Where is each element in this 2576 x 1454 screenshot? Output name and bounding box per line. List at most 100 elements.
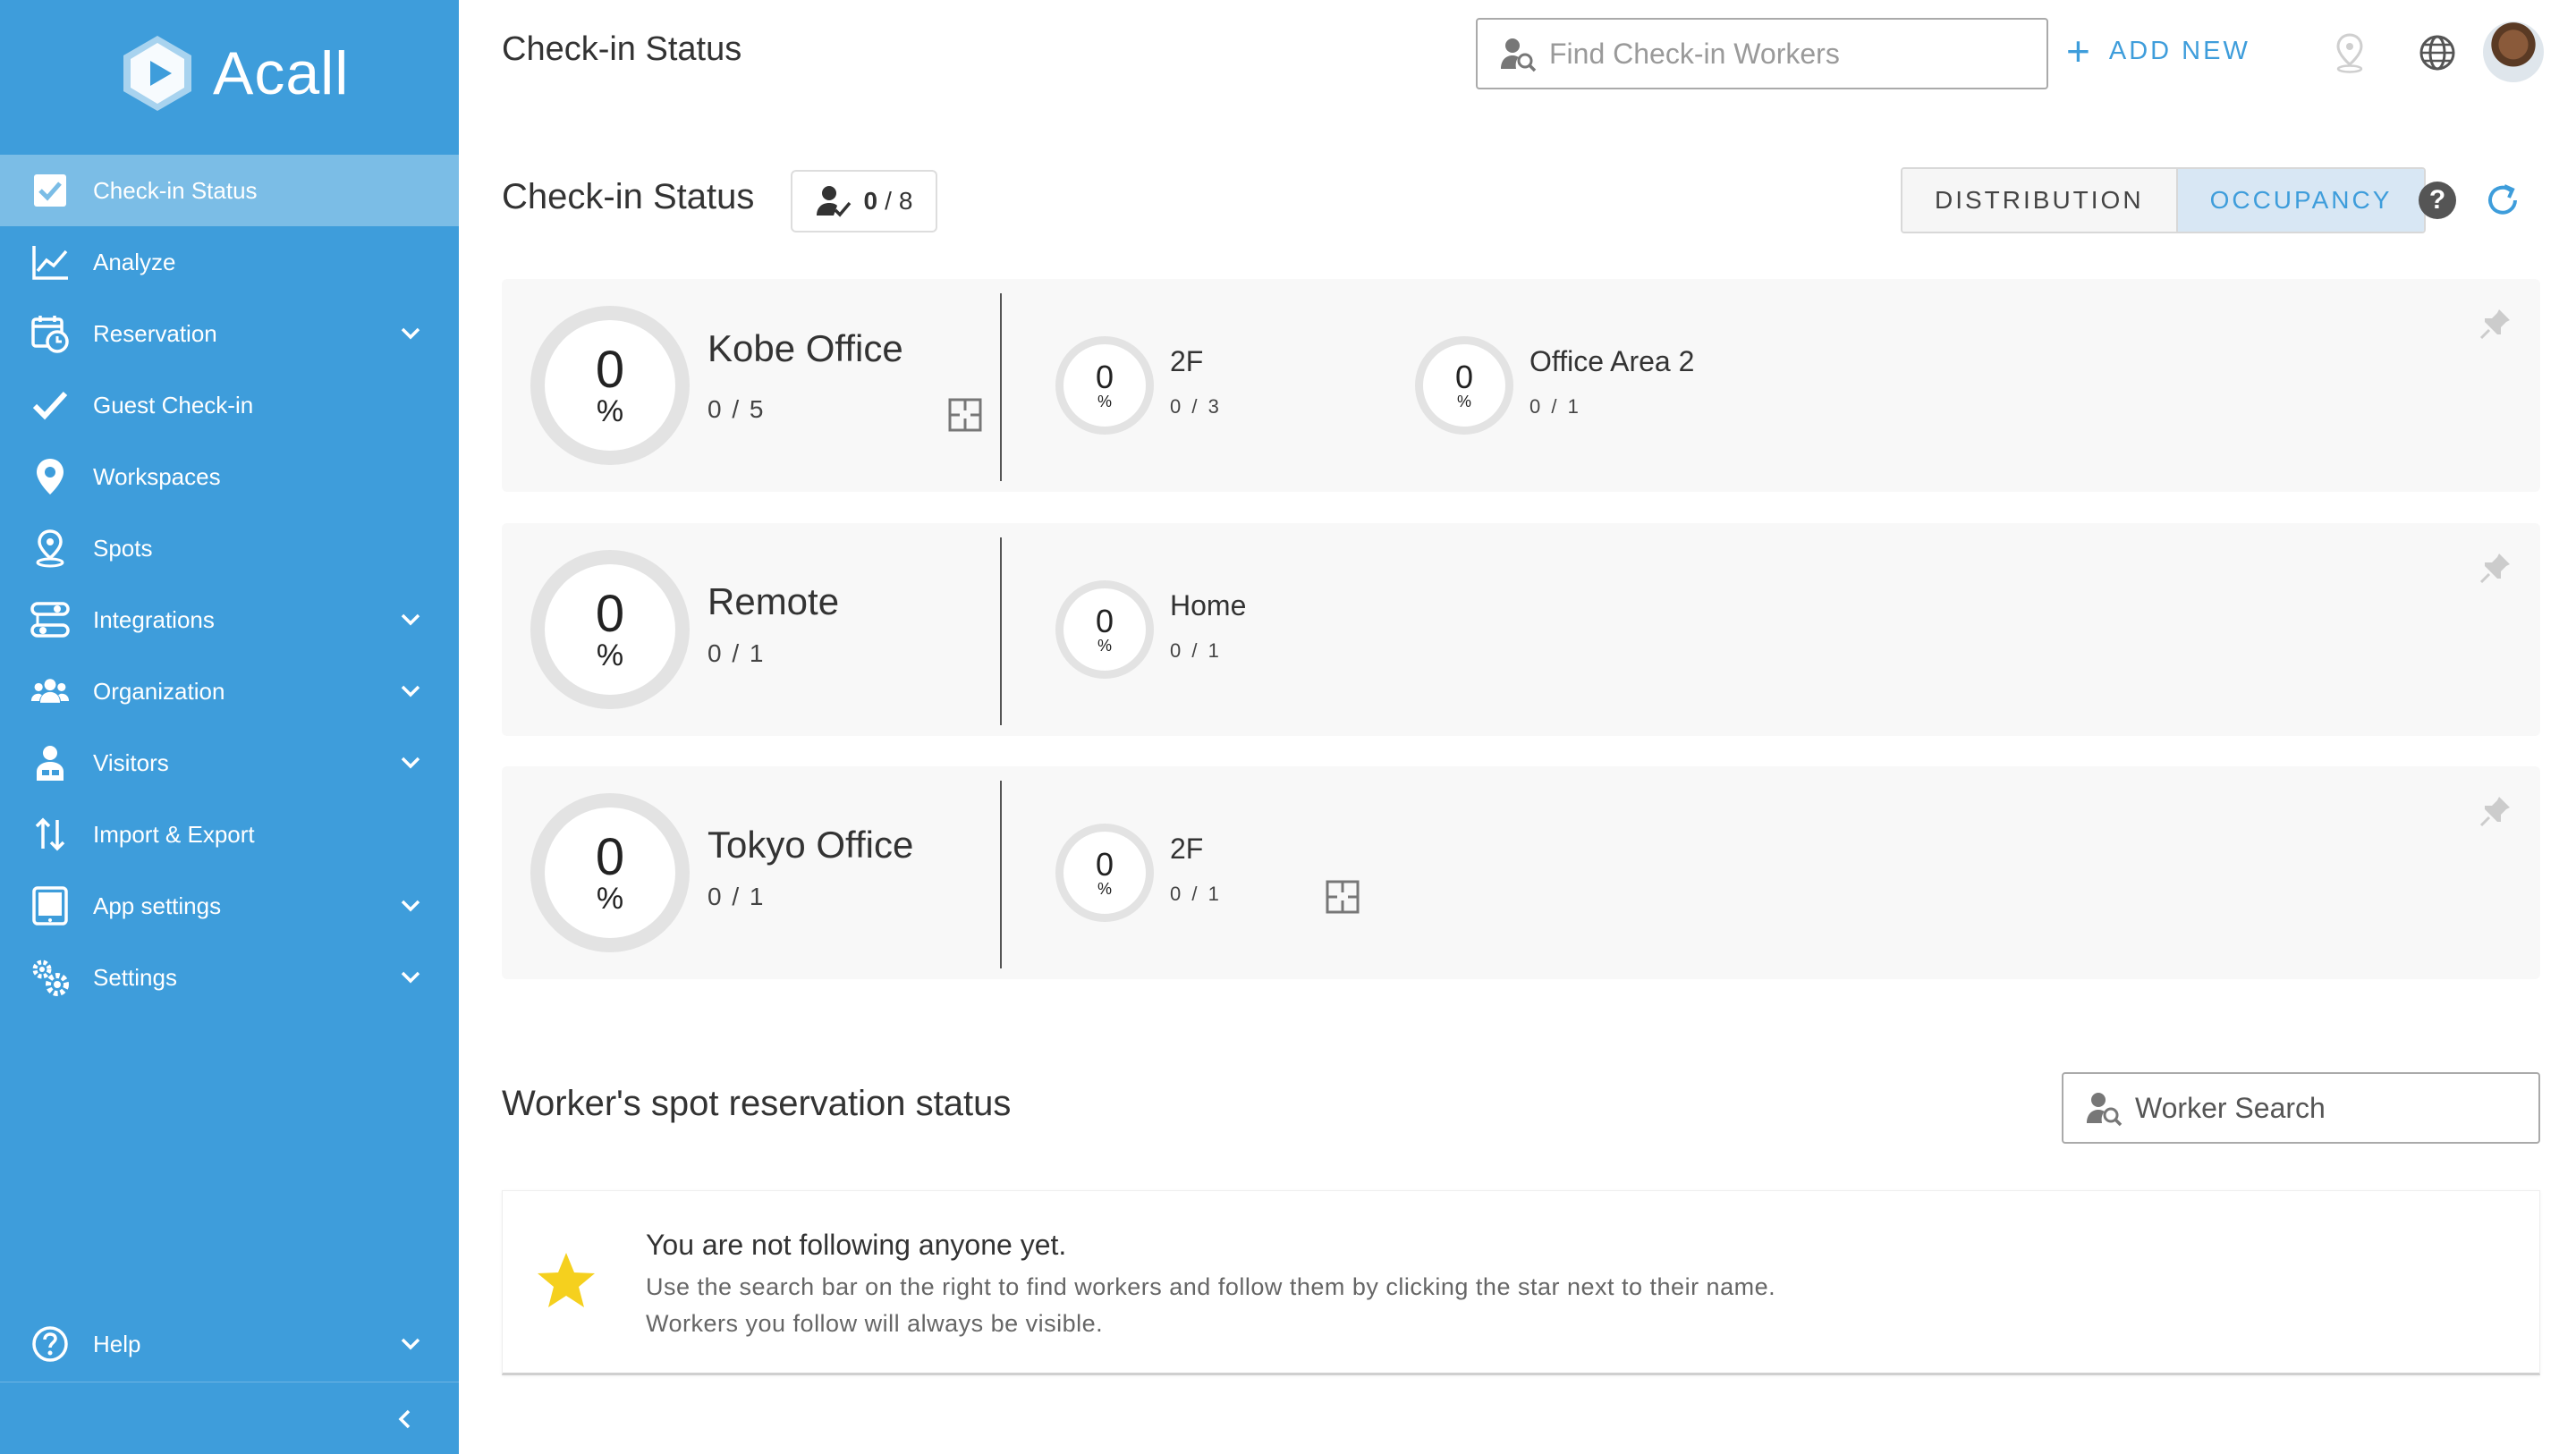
chevron-down-icon[interactable]: [398, 1331, 423, 1357]
sidebar-item-spots[interactable]: Spots: [0, 512, 459, 584]
area-occupancy-ring: 0 %: [1415, 336, 1513, 435]
location-name: Remote: [708, 580, 840, 622]
sidebar-item-settings[interactable]: Settings: [0, 942, 459, 1013]
worker-search[interactable]: [2062, 1072, 2540, 1144]
empty-description: Use the search bar on the right to find …: [646, 1273, 1776, 1300]
area-count: 0 / 1: [1170, 883, 1222, 905]
integrations-icon: [30, 600, 70, 639]
location-card-kobe-office[interactable]: 0 % Kobe Office 0 / 5 0 % 2F 0 / 3 0 % O…: [502, 279, 2540, 492]
sidebar-item-guest-check-in[interactable]: Guest Check-in: [0, 369, 459, 441]
help-circle-icon: [30, 1324, 70, 1364]
empty-note: Workers you follow will always be visibl…: [646, 1310, 1104, 1337]
sidebar-item-integrations[interactable]: Integrations: [0, 584, 459, 655]
calendar-clock-icon: [30, 314, 70, 353]
sidebar: Acall Check-in Status Analyze Reservatio…: [0, 0, 459, 1454]
app-name: Acall: [213, 39, 350, 107]
sidebar-item-visitors[interactable]: Visitors: [0, 727, 459, 799]
location-count: 0 / 1: [708, 639, 766, 667]
area-name: 2F: [1170, 833, 1204, 865]
occupancy-toggle-button[interactable]: OCCUPANCY: [2177, 169, 2425, 232]
tablet-icon: [30, 886, 70, 926]
user-check-icon: [816, 186, 851, 217]
chevron-down-icon[interactable]: [398, 893, 423, 918]
area-occupancy-ring: 0 %: [1055, 580, 1154, 679]
floor-plan-icon[interactable]: [1325, 879, 1360, 915]
location-card-tokyo-office[interactable]: 0 % Tokyo Office 0 / 1 0 % 2F 0 / 1: [502, 766, 2540, 979]
user-avatar[interactable]: [2483, 21, 2544, 82]
find-check-in-workers-input[interactable]: [1549, 37, 2032, 71]
occupancy-ring: 0 %: [530, 306, 690, 465]
area-name: 2F: [1170, 345, 1204, 377]
location-name: Kobe Office: [708, 327, 903, 369]
user-search-icon: [2087, 1093, 2123, 1127]
check-in-status-heading: Check-in Status: [502, 177, 755, 216]
people-icon: [30, 672, 70, 711]
visitor-icon: [30, 743, 70, 782]
sidebar-item-help[interactable]: Help: [0, 1308, 459, 1380]
add-new-button[interactable]: + ADD NEW: [2066, 30, 2250, 72]
checkbox-icon: [30, 171, 70, 210]
card-divider: [1000, 293, 1002, 481]
count-separator: /: [885, 187, 892, 215]
area-name: Home: [1170, 589, 1247, 621]
user-search-icon: [1501, 38, 1537, 72]
chevron-down-icon[interactable]: [398, 607, 423, 632]
gears-icon: [30, 958, 70, 997]
pin-icon[interactable]: [2478, 550, 2513, 586]
chevron-down-icon[interactable]: [398, 965, 423, 990]
total-count: 8: [898, 187, 913, 215]
sidebar-item-analyze[interactable]: Analyze: [0, 226, 459, 298]
card-divider: [1000, 781, 1002, 968]
area-count: 0 / 1: [1530, 395, 1581, 418]
sidebar-item-workspaces[interactable]: Workspaces: [0, 441, 459, 512]
import-export-icon: [30, 815, 70, 854]
area-name: Office Area 2: [1530, 345, 1695, 377]
area-count: 0 / 1: [1170, 639, 1222, 662]
checked-in-count: 0: [863, 187, 878, 215]
sidebar-item-import-export[interactable]: Import & Export: [0, 799, 459, 870]
location-count: 0 / 5: [708, 395, 766, 423]
location-pin-icon: [30, 457, 70, 496]
help-icon[interactable]: ?: [2419, 182, 2456, 219]
star-icon: [538, 1253, 595, 1307]
chevron-down-icon[interactable]: [398, 321, 423, 346]
location-name: Tokyo Office: [708, 824, 914, 866]
sidebar-item-organization[interactable]: Organization: [0, 655, 459, 727]
sidebar-item-reservation[interactable]: Reservation: [0, 298, 459, 369]
area-count: 0 / 3: [1170, 395, 1222, 418]
add-new-label: ADD NEW: [2108, 36, 2250, 65]
location-off-icon[interactable]: [2329, 32, 2370, 73]
map-pin-icon: [30, 528, 70, 568]
worker-search-input[interactable]: [2135, 1091, 2529, 1125]
no-following-message: You are not following anyone yet. Use th…: [502, 1190, 2540, 1375]
chevron-down-icon[interactable]: [398, 750, 423, 775]
checked-in-count-badge: 0 / 8: [791, 170, 937, 232]
refresh-icon[interactable]: [2483, 181, 2522, 220]
occupancy-ring: 0 %: [530, 550, 690, 709]
area-occupancy-ring: 0 %: [1055, 336, 1154, 435]
distribution-toggle-button[interactable]: DISTRIBUTION: [1902, 169, 2178, 232]
check-icon: [30, 385, 70, 425]
sidebar-nav: Check-in Status Analyze Reservation Gues…: [0, 155, 459, 1013]
card-divider: [1000, 537, 1002, 725]
sidebar-item-app-settings[interactable]: App settings: [0, 870, 459, 942]
area-occupancy-ring: 0 %: [1055, 824, 1154, 922]
sidebar-item-check-in-status[interactable]: Check-in Status: [0, 155, 459, 226]
find-check-in-workers-search[interactable]: [1476, 18, 2048, 89]
page-title: Check-in Status: [502, 30, 742, 68]
app-logo[interactable]: Acall: [116, 32, 349, 114]
chevron-left-icon[interactable]: [392, 1406, 419, 1433]
plus-icon: +: [2066, 28, 2093, 74]
pin-icon[interactable]: [2478, 793, 2513, 829]
location-card-remote[interactable]: 0 % Remote 0 / 1 0 % Home 0 / 1: [502, 523, 2540, 736]
floor-plan-icon[interactable]: [947, 397, 983, 433]
worker-reservation-heading: Worker's spot reservation status: [502, 1084, 1012, 1123]
empty-title: You are not following anyone yet.: [646, 1229, 1067, 1261]
globe-icon[interactable]: [2417, 32, 2458, 73]
occupancy-ring: 0 %: [530, 793, 690, 952]
pin-icon[interactable]: [2478, 306, 2513, 342]
acall-logo-icon: [123, 36, 191, 111]
chevron-down-icon[interactable]: [398, 679, 423, 704]
location-count: 0 / 1: [708, 883, 766, 910]
view-toggle: DISTRIBUTION OCCUPANCY: [1901, 167, 2427, 233]
